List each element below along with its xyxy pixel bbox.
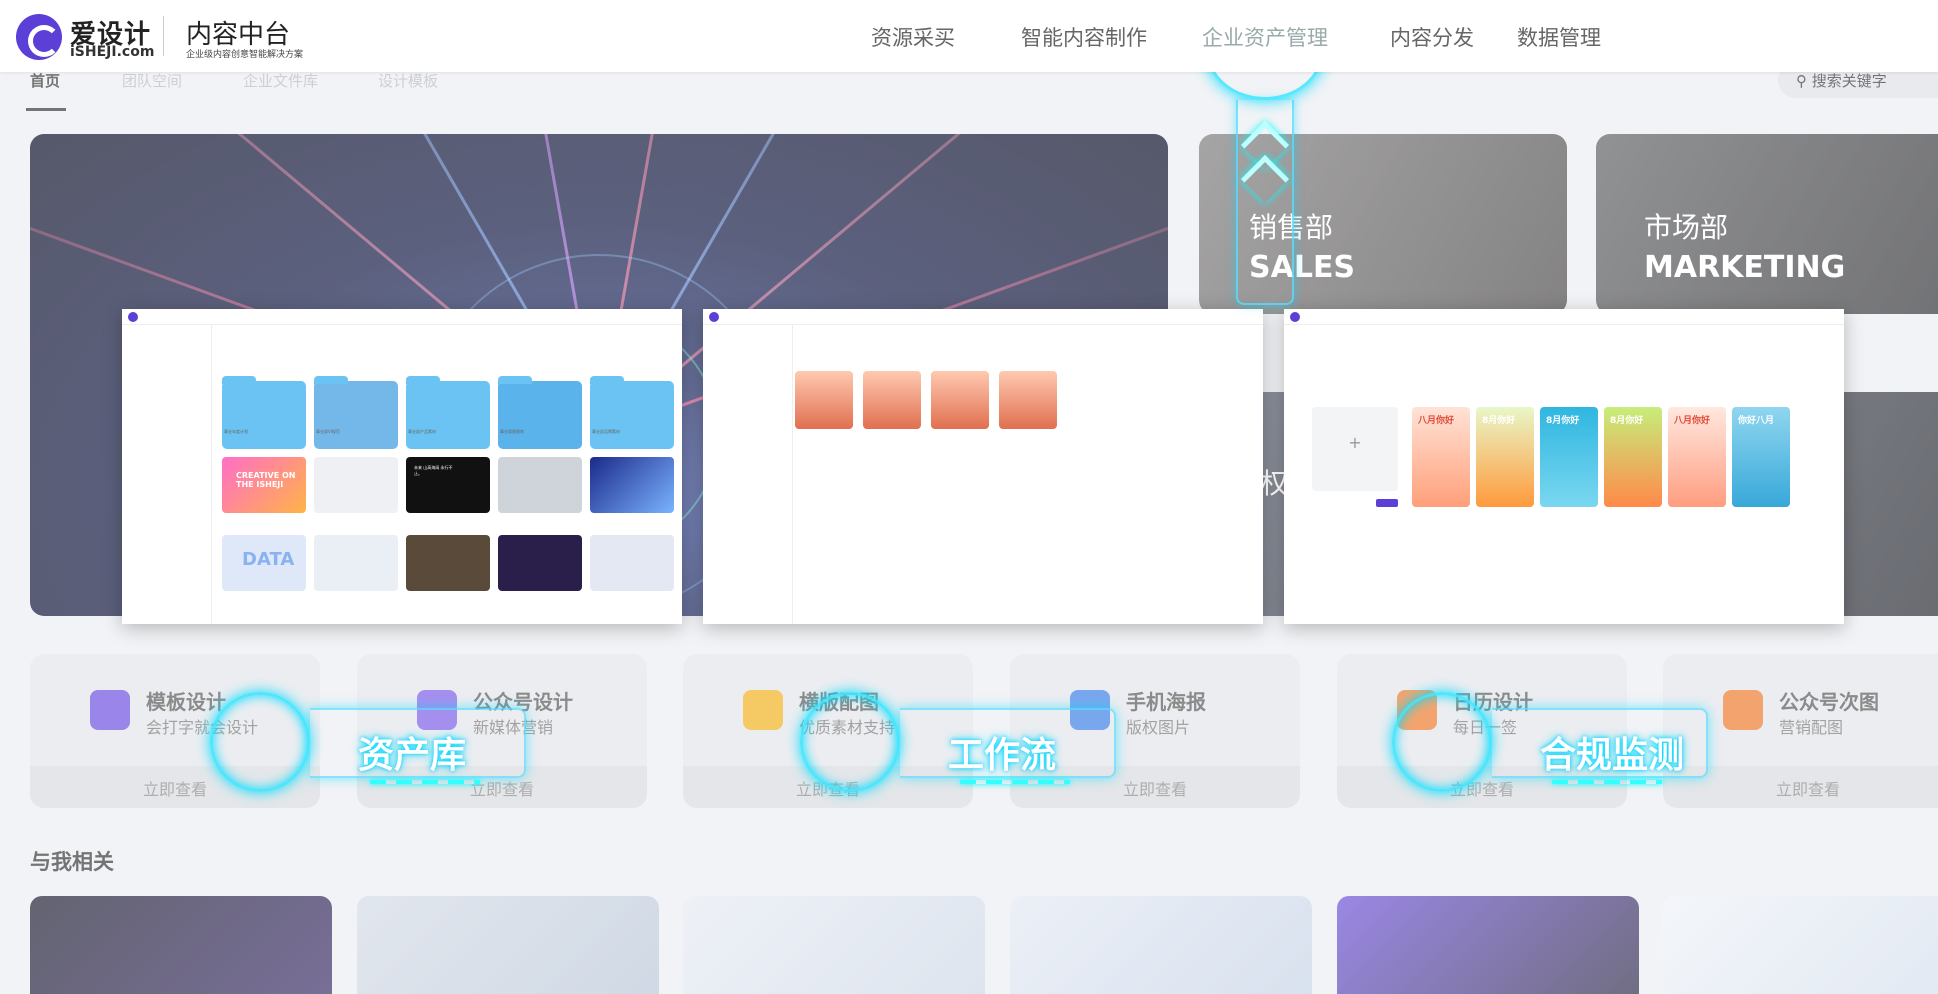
workflow-item-thumb	[931, 371, 989, 429]
isheji-logo-icon[interactable]	[16, 14, 62, 60]
file-thumb	[314, 535, 398, 591]
panel-topbar	[703, 309, 1263, 325]
screenshot-workflow	[703, 309, 1263, 624]
file-thumb: CREATIVE ON THE ISHEJI	[222, 457, 306, 513]
poster-text: 八月你好	[1674, 416, 1711, 426]
poster-thumb: 你好八月	[1732, 407, 1790, 507]
glow-ring-icon	[800, 692, 900, 792]
nav-item-asset-management[interactable]: 企业资产管理	[1202, 22, 1328, 52]
file-thumb-text: CREATIVE ON THE ISHEJI	[236, 471, 296, 489]
folder-caption: 事业年度计划	[224, 429, 248, 434]
glow-dash-decoration	[960, 780, 1070, 784]
file-thumb-text: DATA	[242, 549, 295, 570]
poster-thumb: 8月你好	[1476, 407, 1534, 507]
nav-item-content-distribution[interactable]: 内容分发	[1390, 22, 1474, 52]
file-thumb-text: 未来 山高海阔 永行不止。	[414, 465, 453, 476]
panel-logo-icon	[1290, 312, 1300, 322]
folder-thumb	[222, 376, 306, 449]
file-thumb: 未来 山高海阔 永行不止。	[406, 457, 490, 513]
workflow-item-thumb	[863, 371, 921, 429]
file-thumb	[590, 457, 674, 513]
folder-caption: 事业部VI规范	[316, 429, 340, 434]
panel-sidebar	[122, 325, 212, 624]
upload-plus-icon: +	[1312, 407, 1398, 491]
panel-logo-icon	[709, 312, 719, 322]
panel-logo-icon	[128, 312, 138, 322]
folder-thumb	[590, 376, 674, 449]
poster-text: 8月你好	[1546, 416, 1580, 426]
folder-thumb	[314, 376, 398, 449]
poster-text: 八月你好	[1418, 416, 1455, 426]
poster-text: 你好八月	[1738, 416, 1775, 426]
folder-caption: 事业部品牌素材	[592, 429, 620, 434]
panel-sidebar	[703, 325, 793, 624]
folder-caption: 事业部产品素材	[408, 429, 436, 434]
folder-thumb	[498, 376, 582, 449]
poster-text: 8月你好	[1610, 416, 1644, 426]
glow-dash-decoration	[1552, 780, 1662, 784]
file-thumb	[498, 457, 582, 513]
poster-thumb: 八月你好	[1668, 407, 1726, 507]
feature-label-asset-library: 资产库	[310, 708, 526, 778]
nav-item-smart-content[interactable]: 智能内容制作	[1021, 22, 1147, 52]
poster-thumb: 8月你好	[1540, 407, 1598, 507]
panel-submit-button	[1376, 499, 1398, 507]
logo-en-text: iSHEJI.com	[70, 44, 155, 60]
file-thumb	[498, 535, 582, 591]
panel-topbar	[122, 309, 682, 325]
glow-ring-icon	[210, 692, 310, 792]
panel-topbar	[1284, 309, 1844, 325]
file-thumb: DATA	[222, 535, 306, 591]
folder-caption: 事业部视频库	[500, 429, 524, 434]
poster-thumb: 八月你好	[1412, 407, 1470, 507]
workflow-item-thumb	[999, 371, 1057, 429]
nav-item-resource-purchase[interactable]: 资源采买	[871, 22, 955, 52]
feature-label-compliance: 合规监测	[1492, 708, 1708, 778]
file-thumb	[314, 457, 398, 513]
feature-label-workflow: 工作流	[900, 708, 1116, 778]
screenshot-compliance: + 八月你好 8月你好 8月你好 8月你好 八月你好 你好八月	[1284, 309, 1844, 624]
glow-ring-icon	[1392, 692, 1492, 792]
brand-subtitle: 企业级内容创意智能解决方案	[186, 50, 304, 60]
folder-thumb	[406, 376, 490, 449]
logo-divider	[163, 16, 164, 56]
file-thumb	[590, 535, 674, 591]
screenshot-asset-library: 事业年度计划 事业部VI规范 事业部产品素材 事业部视频库 事业部品牌素材 CR…	[122, 309, 682, 624]
file-thumb	[406, 535, 490, 591]
poster-text: 8月你好	[1482, 416, 1516, 426]
poster-thumb: 8月你好	[1604, 407, 1662, 507]
glow-dash-decoration	[370, 780, 480, 784]
brand-title: 内容中台	[186, 20, 291, 50]
top-nav-bar: 爱设计 iSHEJI.com 内容中台 企业级内容创意智能解决方案 资源采买 智…	[0, 0, 1938, 72]
nav-item-data-management[interactable]: 数据管理	[1517, 22, 1601, 52]
workflow-item-thumb	[795, 371, 853, 429]
